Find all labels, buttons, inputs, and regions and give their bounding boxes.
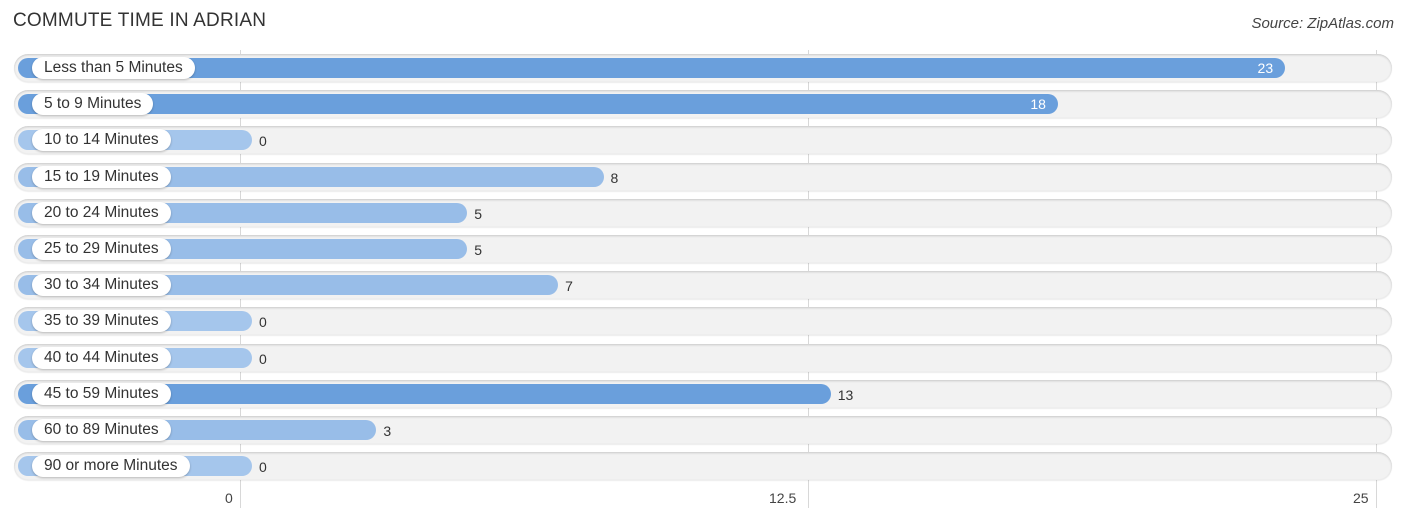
x-tick-label: 0	[225, 490, 233, 506]
category-label: 60 to 89 Minutes	[32, 419, 171, 441]
bar-chart: Less than 5 Minutes 23 5 to 9 Minutes 18 10 …	[0, 0, 1406, 523]
value-label: 0	[259, 133, 267, 150]
bar	[18, 58, 1286, 78]
category-label: 35 to 39 Minutes	[32, 310, 171, 333]
value-label: 13	[837, 386, 854, 403]
x-tick-label: 25	[1353, 490, 1369, 506]
category-label: 25 to 29 Minutes	[32, 238, 171, 260]
value-label: 0	[259, 350, 267, 367]
category-label: 10 to 14 Minutes	[32, 129, 171, 152]
value-label: 0	[259, 459, 267, 476]
category-label: 30 to 34 Minutes	[32, 274, 171, 297]
value-label: 18	[1030, 96, 1046, 113]
value-label: 3	[383, 423, 392, 439]
category-label: Less than 5 Minutes	[32, 57, 195, 79]
category-label: 20 to 24 Minutes	[32, 201, 171, 224]
bar	[18, 94, 1058, 115]
category-label: 90 or more Minutes	[32, 455, 190, 478]
value-label: 23	[1257, 60, 1274, 76]
value-label: 8	[610, 169, 619, 186]
value-label: 5	[474, 205, 482, 222]
category-label: 5 to 9 Minutes	[32, 93, 154, 116]
category-label: 45 to 59 Minutes	[32, 382, 171, 405]
value-label: 7	[565, 278, 573, 295]
category-label: 40 to 44 Minutes	[32, 346, 171, 369]
x-tick-label: 12.5	[769, 490, 797, 506]
value-label: 5	[474, 242, 482, 258]
category-label: 15 to 19 Minutes	[32, 165, 171, 188]
value-label: 0	[259, 314, 267, 331]
